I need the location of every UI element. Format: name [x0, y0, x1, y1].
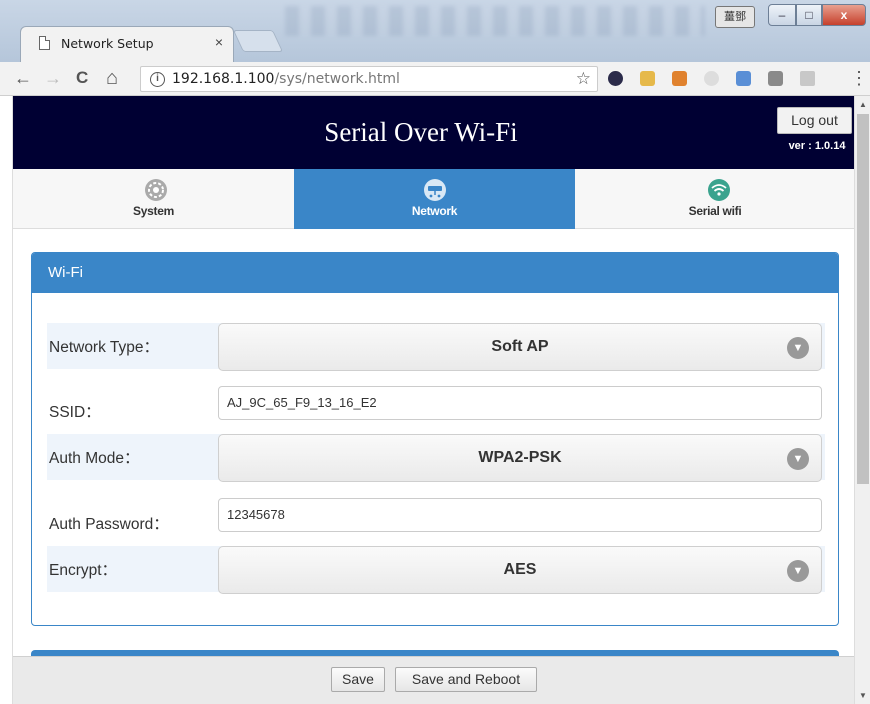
footer-bar: Save Save and Reboot	[13, 656, 854, 704]
encrypt-value: AES	[503, 561, 537, 578]
close-window-button[interactable]: x	[822, 4, 866, 26]
window-controls: – □ x	[768, 4, 866, 26]
wifi-panel: Wi-Fi Network Type： Soft AP ▼ SSID： AJ_9…	[31, 252, 839, 626]
auth-mode-row: Auth Mode： WPA2-PSK ▼	[47, 434, 825, 482]
page-title: Serial Over Wi-Fi	[324, 117, 518, 147]
address-bar[interactable]: i 192.168.1.100/sys/network.html ☆	[140, 66, 598, 92]
minimize-button[interactable]: –	[768, 4, 796, 26]
network-type-row: Network Type： Soft AP ▼	[47, 323, 825, 371]
auth-password-label: Auth Password：	[49, 516, 169, 533]
info-icon[interactable]: i	[150, 72, 165, 87]
tab-system-label: System	[133, 204, 174, 218]
ssid-row: SSID： AJ_9C_65_F9_13_16_E2	[47, 386, 825, 432]
scroll-down-icon[interactable]: ▼	[859, 691, 867, 700]
translate-ext-icon[interactable]	[736, 71, 751, 86]
reload-icon[interactable]: C	[76, 68, 88, 88]
logout-button[interactable]: Log out	[777, 107, 852, 134]
ime-indicator[interactable]: 薑鄧	[715, 6, 755, 28]
gray-ext-icon-2[interactable]	[768, 71, 783, 86]
network-type-value: Soft AP	[491, 338, 549, 355]
tab-close-icon[interactable]: ×	[215, 34, 223, 50]
wifi-panel-header: Wi-Fi	[32, 253, 838, 293]
auth-password-value: 12345678	[227, 507, 285, 522]
ssid-field[interactable]: AJ_9C_65_F9_13_16_E2	[218, 386, 822, 420]
gray-ext-icon[interactable]	[704, 71, 719, 86]
save-button[interactable]: Save	[331, 667, 385, 692]
ssid-value: AJ_9C_65_F9_13_16_E2	[227, 395, 377, 410]
network-type-select[interactable]: Soft AP ▼	[218, 323, 822, 371]
wifi-icon	[708, 179, 730, 201]
page-content: Serial Over Wi-Fi Log out ver : 1.0.14 S…	[12, 96, 854, 704]
auth-password-row: Auth Password： 12345678	[47, 498, 825, 544]
wifi-panel-title: Wi-Fi	[48, 264, 83, 281]
auth-mode-value: WPA2-PSK	[478, 449, 562, 466]
scrollbar[interactable]: ▲ ▼	[854, 96, 870, 704]
scrollbar-thumb[interactable]	[857, 114, 869, 484]
home-icon[interactable]: ⌂	[106, 68, 118, 88]
forward-icon[interactable]: →	[44, 68, 62, 88]
auth-password-field[interactable]: 12345678	[218, 498, 822, 532]
ssid-label: SSID：	[49, 404, 101, 421]
drive-ext-icon[interactable]	[800, 71, 815, 86]
tab-network-label: Network	[411, 204, 458, 218]
tab-serial-wifi-label: Serial wifi	[688, 204, 742, 218]
back-icon[interactable]: ←	[14, 68, 32, 88]
tab-serial-wifi[interactable]: Serial wifi	[575, 169, 854, 229]
version-label: ver : 1.0.14	[788, 140, 846, 152]
browser-tab[interactable]: Network Setup ×	[20, 26, 234, 62]
puzzle-ext-icon[interactable]	[672, 71, 687, 86]
browser-toolbar: ← → C ⌂ i 192.168.1.100/sys/network.html…	[0, 62, 870, 96]
app-header: Serial Over Wi-Fi Log out ver : 1.0.14	[13, 96, 854, 169]
router-icon	[424, 179, 446, 201]
url-text: 192.168.1.100/sys/network.html	[172, 71, 400, 87]
tab-title: Network Setup	[61, 36, 154, 51]
tab-system[interactable]: System	[13, 169, 294, 229]
encrypt-row: Encrypt： AES ▼	[47, 546, 825, 594]
new-tab-button[interactable]	[232, 30, 284, 52]
network-type-label: Network Type：	[49, 339, 159, 356]
tab-network[interactable]: Network	[294, 169, 575, 229]
document-icon	[39, 36, 50, 50]
bookmark-ext-icon[interactable]	[640, 71, 655, 86]
blurred-background	[285, 6, 705, 36]
chevron-down-icon: ▼	[787, 448, 809, 470]
gear-icon	[145, 179, 167, 201]
auth-mode-label: Auth Mode：	[49, 450, 140, 467]
maximize-button[interactable]: □	[796, 4, 822, 26]
chevron-down-icon: ▼	[787, 560, 809, 582]
browser-titlebar: Network Setup × 薑鄧 – □ x	[0, 0, 870, 62]
bookmark-star-icon[interactable]: ☆	[576, 69, 591, 89]
nav-tabs: System Network Serial wifi	[13, 169, 854, 229]
chrome-ext-icon[interactable]	[608, 71, 623, 86]
chevron-down-icon: ▼	[787, 337, 809, 359]
scroll-up-icon[interactable]: ▲	[859, 100, 867, 109]
save-and-reboot-button[interactable]: Save and Reboot	[395, 667, 537, 692]
auth-mode-select[interactable]: WPA2-PSK ▼	[218, 434, 822, 482]
encrypt-select[interactable]: AES ▼	[218, 546, 822, 594]
encrypt-label: Encrypt：	[49, 562, 118, 579]
browser-menu-icon[interactable]: ⋮	[850, 68, 868, 88]
